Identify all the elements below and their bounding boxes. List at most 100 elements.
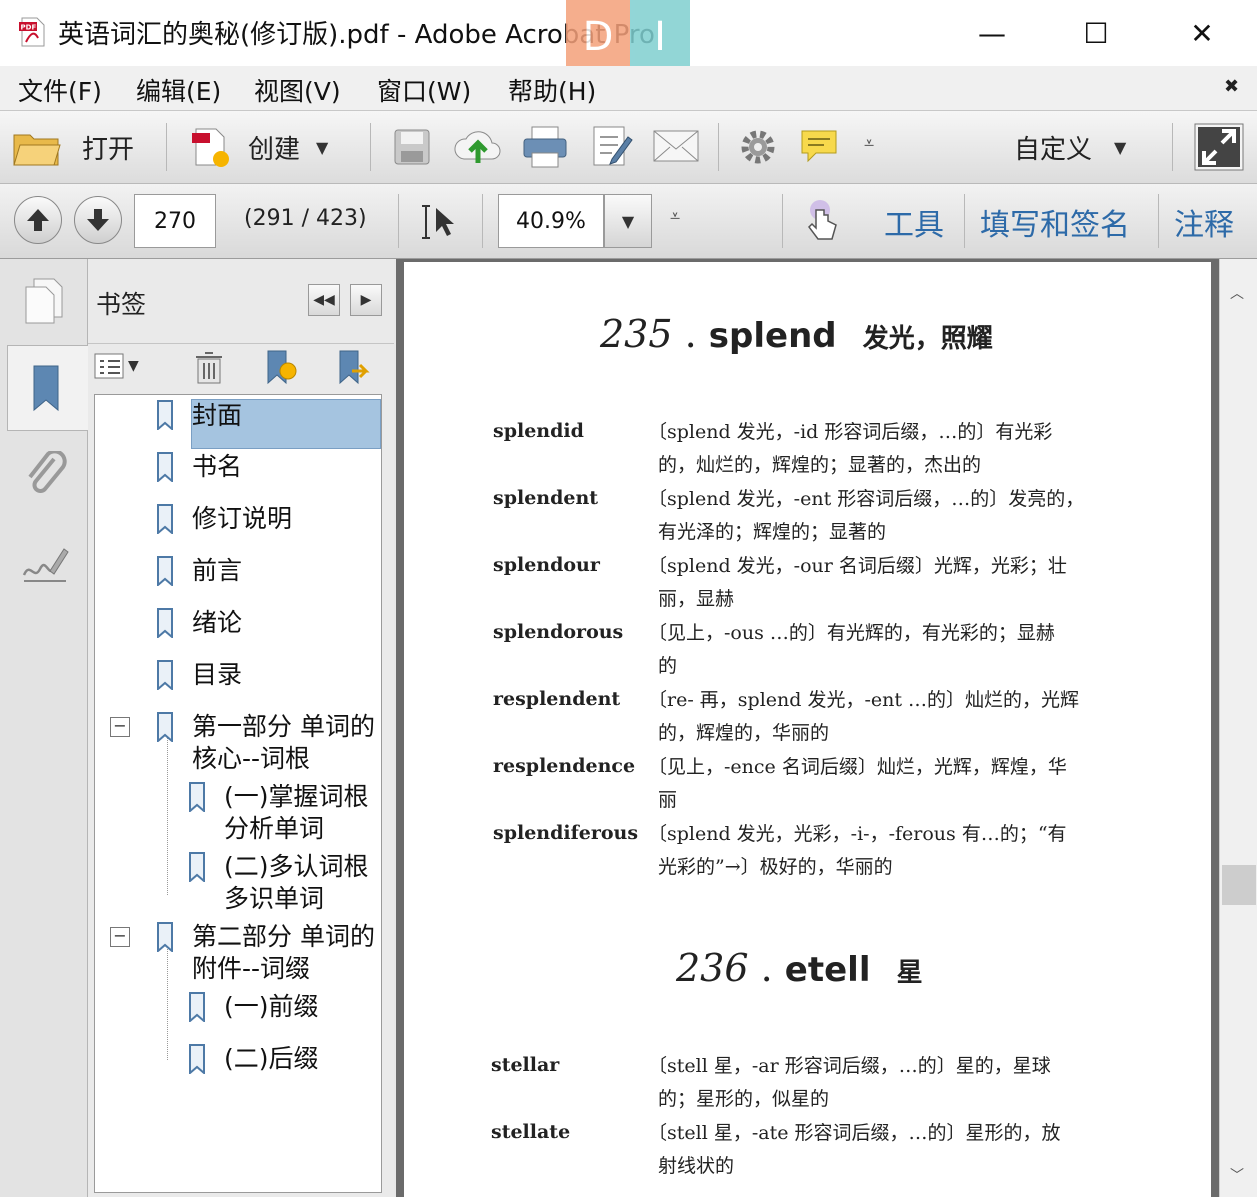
signature-icon[interactable] xyxy=(20,541,70,585)
entry-word: splendent xyxy=(493,487,599,509)
toolbar-overflow-icon[interactable]: ⩡ xyxy=(864,133,874,154)
collapse-panel-button[interactable]: ◀◀ xyxy=(308,284,340,316)
customize-dropdown[interactable]: 自定义 ▼ xyxy=(1014,123,1126,171)
paperclip-icon[interactable] xyxy=(24,451,68,501)
fill-and-sign-pane-link[interactable]: 填写和签名 xyxy=(980,200,1130,244)
bookmarks-panel-title: 书签 xyxy=(96,290,147,319)
tree-connector xyxy=(167,735,169,895)
arrow-up-icon xyxy=(27,209,49,231)
vertical-scrollbar[interactable]: ︿ ﹀ xyxy=(1219,259,1257,1197)
bookmark-item-more-roots[interactable]: (二)多认词根 多识单词 xyxy=(224,851,369,915)
toolbar-divider xyxy=(718,123,719,171)
pdf-page: 235 . splend 发光，照耀 splendid 〔splend 发光，-… xyxy=(404,262,1211,1197)
close-button[interactable]: ✕ xyxy=(1152,0,1252,66)
close-document-icon[interactable]: ✖ xyxy=(1224,76,1239,97)
bookmark-icon xyxy=(157,556,173,586)
entry-definition: 〔见上，-ence 名词后缀〕灿烂，光辉，辉煌，华丽 xyxy=(648,756,1067,811)
edit-document-icon[interactable] xyxy=(590,123,634,169)
section-root: splend xyxy=(708,316,837,356)
overlay-badge-i: I xyxy=(630,0,690,75)
zoom-dropdown-button[interactable]: ▼ xyxy=(604,194,652,248)
section-meaning: 星 xyxy=(896,958,923,988)
bookmark-label: 目录 xyxy=(192,660,243,689)
arrow-down-icon xyxy=(87,209,109,231)
panel-divider xyxy=(88,343,394,344)
bookmark-item-title[interactable]: 书名 xyxy=(192,451,242,483)
next-page-button[interactable] xyxy=(74,196,122,244)
section-root: etell xyxy=(784,950,871,990)
fullscreen-icon[interactable] xyxy=(1194,123,1244,171)
bookmark-label: 附件--词缀 xyxy=(192,954,311,983)
entry-definition: 〔splend 发光，-id 形容词后缀，…的〕有光彩 的，灿烂的，辉煌的；显著的… xyxy=(648,421,1053,476)
print-icon[interactable] xyxy=(522,125,568,169)
bookmark-item-part-two[interactable]: 第二部分 单词的 附件--词缀 xyxy=(192,921,375,985)
bookmark-item-prefixes[interactable]: (一)前缀 xyxy=(224,991,319,1023)
bookmark-icon xyxy=(157,504,173,534)
save-icon[interactable] xyxy=(392,127,432,167)
menu-edit[interactable]: 编辑(E) xyxy=(136,72,221,108)
bookmark-item-revision-notes[interactable]: 修订说明 xyxy=(192,503,292,535)
menu-window[interactable]: 窗口(W) xyxy=(377,72,471,108)
bookmark-item-master-roots[interactable]: (一)掌握词根 分析单词 xyxy=(224,781,369,845)
bookmark-item-contents[interactable]: 目录 xyxy=(192,659,242,691)
page-number-input[interactable]: 270 xyxy=(134,194,216,248)
bookmark-icon xyxy=(189,992,205,1022)
previous-page-button[interactable] xyxy=(14,196,62,244)
panel-options-button[interactable]: ▶ xyxy=(350,284,382,316)
scroll-up-arrow-icon[interactable]: ︿ xyxy=(1230,283,1244,303)
toolbar-divider xyxy=(1158,194,1159,248)
menu-file[interactable]: 文件(F) xyxy=(18,72,102,108)
scroll-thumb[interactable] xyxy=(1222,865,1256,905)
maximize-button[interactable]: ☐ xyxy=(1046,0,1146,66)
menu-help[interactable]: 帮助(H) xyxy=(508,72,596,108)
open-button[interactable]: 打开 xyxy=(12,123,152,171)
bookmark-item-suffixes[interactable]: (二)后缀 xyxy=(224,1043,319,1075)
toolbar-divider xyxy=(964,194,965,248)
section-number: 236 xyxy=(676,946,749,990)
entry-word: splendid xyxy=(493,420,584,442)
customize-label: 自定义 xyxy=(1014,134,1093,165)
entry-word: splendour xyxy=(493,554,600,576)
toolbar-divider xyxy=(782,194,783,248)
bookmarks-tab[interactable] xyxy=(7,345,88,431)
zoom-input[interactable]: 40.9% xyxy=(498,194,604,248)
trash-icon[interactable] xyxy=(194,351,224,385)
chevron-down-icon: ▼ xyxy=(128,358,139,374)
expand-bookmark-icon[interactable] xyxy=(336,349,372,387)
bookmark-icon xyxy=(189,1044,205,1074)
bookmark-label: (一)掌握词根 xyxy=(224,782,369,811)
bookmark-ribbon-icon xyxy=(33,365,59,412)
entry-definition: 〔见上，-ous …的〕有光辉的，有光彩的；显赫的 xyxy=(648,622,1055,677)
bookmark-item-preface[interactable]: 前言 xyxy=(192,555,242,587)
collapse-toggle[interactable]: − xyxy=(110,717,130,737)
open-label: 打开 xyxy=(82,134,135,165)
bookmark-tree: 封面 书名 修订说明 前言 绪论 目录 − 第一部分 单词的 核心--词根 (一… xyxy=(94,394,382,1193)
bookmark-label: 前言 xyxy=(192,556,243,585)
entry-definition: 〔stell 星，-ar 形容词后缀，…的〕星的，星球 的；星形的，似星的 xyxy=(648,1055,1051,1110)
toolbar-overflow-icon[interactable]: ⩡ xyxy=(670,206,680,227)
bookmark-icon xyxy=(157,922,173,952)
select-cursor-icon[interactable] xyxy=(420,202,460,242)
bookmark-item-part-one[interactable]: 第一部分 单词的 核心--词根 xyxy=(192,711,375,775)
email-icon[interactable] xyxy=(652,129,700,163)
tree-connector xyxy=(167,945,169,1060)
comment-bubble-icon[interactable] xyxy=(798,127,840,165)
tools-pane-link[interactable]: 工具 xyxy=(884,200,944,244)
new-bookmark-icon[interactable] xyxy=(264,349,300,387)
bookmark-item-introduction[interactable]: 绪论 xyxy=(192,607,242,639)
touch-mode-icon[interactable] xyxy=(802,198,842,244)
toolbar-divider xyxy=(482,194,483,248)
svg-text:PDF: PDF xyxy=(21,24,37,32)
comment-pane-link[interactable]: 注释 xyxy=(1174,200,1234,244)
minimize-button[interactable]: — xyxy=(942,0,1042,66)
page-thumbnails-icon[interactable] xyxy=(22,277,66,325)
scroll-down-arrow-icon[interactable]: ﹀ xyxy=(1230,1165,1244,1185)
menu-view[interactable]: 视图(V) xyxy=(254,72,341,108)
collapse-toggle[interactable]: − xyxy=(110,927,130,947)
entry-word: splendorous xyxy=(493,621,624,643)
create-button[interactable]: 创建 ▼ xyxy=(188,123,348,171)
bookmark-item-cover[interactable]: 封面 xyxy=(191,399,381,449)
bookmark-options-menu[interactable]: ▼ xyxy=(94,353,139,379)
cloud-upload-icon[interactable] xyxy=(452,125,504,167)
gear-icon[interactable] xyxy=(738,127,778,167)
